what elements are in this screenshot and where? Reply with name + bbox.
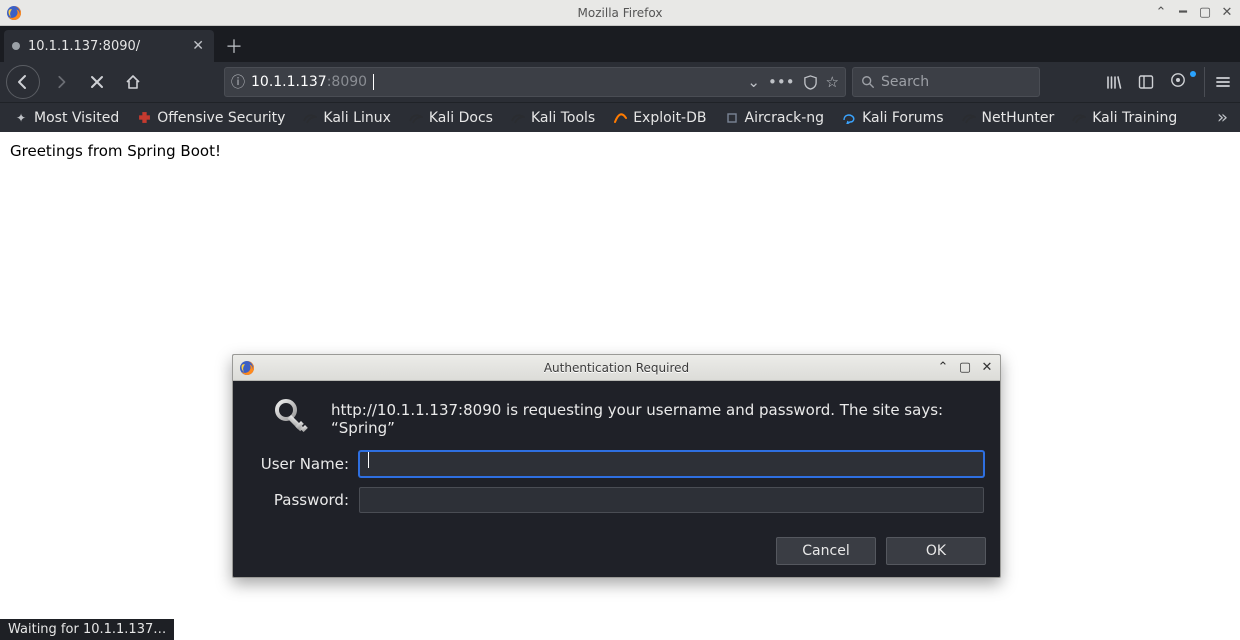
tracking-protection-icon[interactable] (803, 75, 818, 90)
new-tab-button[interactable]: ＋ (218, 30, 250, 62)
exploit-db-icon (613, 111, 627, 125)
dialog-close-icon[interactable]: ✕ (978, 360, 996, 375)
bookmark-kali-training[interactable]: Kali Training (1064, 108, 1185, 128)
bookmark-exploit-db[interactable]: Exploit-DB (605, 108, 714, 128)
bookmarks-overflow-icon[interactable]: » (1217, 107, 1234, 128)
firefox-icon (6, 5, 22, 21)
page-greeting: Greetings from Spring Boot! (0, 132, 1240, 170)
page-actions-icon[interactable]: ••• (768, 73, 795, 91)
key-icon (273, 397, 313, 437)
text-cursor (373, 74, 374, 90)
dialog-maximize-icon[interactable]: ▢ (956, 360, 974, 375)
back-button[interactable] (6, 65, 40, 99)
address-bar[interactable]: ⓘ 10.1.1.137:8090 ⌄ ••• ☆ (224, 67, 846, 97)
pocket-icon[interactable] (1170, 72, 1194, 92)
window-close-icon[interactable]: ✕ (1218, 5, 1236, 20)
bookmark-aircrack[interactable]: Aircrack-ng (717, 108, 833, 128)
star-icon: ✦ (14, 111, 28, 125)
bookmark-most-visited[interactable]: ✦ Most Visited (6, 108, 127, 128)
browser-tab[interactable]: 10.1.1.137:8090/ ✕ (4, 30, 214, 62)
username-label: User Name: (249, 455, 349, 473)
search-icon (861, 75, 875, 89)
page-viewport: Greetings from Spring Boot! Authenticati… (0, 132, 1240, 640)
bookmark-kali-linux[interactable]: Kali Linux (295, 108, 398, 128)
dialog-title: Authentication Required (233, 361, 1000, 375)
sidebar-icon[interactable] (1138, 74, 1162, 90)
window-maximize-icon[interactable]: ▢ (1196, 5, 1214, 20)
tab-title: 10.1.1.137:8090/ (28, 39, 184, 54)
ok-button[interactable]: OK (886, 537, 986, 565)
tab-loading-icon (12, 42, 20, 50)
bookmarks-toolbar: ✦ Most Visited Offensive Security Kali L… (0, 102, 1240, 132)
kali-icon (409, 111, 423, 125)
dialog-up-icon[interactable]: ⌃ (934, 360, 952, 375)
aircrack-icon (725, 111, 739, 125)
bookmark-nethunter[interactable]: NetHunter (954, 108, 1063, 128)
window-up-icon[interactable]: ⌃ (1152, 5, 1170, 20)
search-bar[interactable]: Search (852, 67, 1040, 97)
window-title: Mozilla Firefox (0, 6, 1240, 20)
password-label: Password: (249, 491, 349, 509)
kali-icon (511, 111, 525, 125)
library-icon[interactable] (1106, 74, 1130, 90)
search-placeholder: Search (881, 74, 929, 90)
close-icon[interactable]: ✕ (192, 38, 204, 54)
window-minimize-icon[interactable]: ━ (1174, 5, 1192, 20)
bookmark-offensive-security[interactable]: Offensive Security (129, 108, 293, 128)
dialog-titlebar: Authentication Required ⌃ ▢ ✕ (233, 355, 1000, 381)
bookmark-star-icon[interactable]: ☆ (826, 73, 839, 91)
stop-button[interactable] (82, 67, 112, 97)
kali-icon (962, 111, 976, 125)
url-text: 10.1.1.137:8090 (251, 74, 741, 90)
text-cursor (368, 452, 369, 468)
status-bar: Waiting for 10.1.1.137… (0, 619, 174, 640)
cancel-button[interactable]: Cancel (776, 537, 876, 565)
site-info-icon[interactable]: ⓘ (231, 72, 245, 92)
forward-button[interactable] (46, 67, 76, 97)
auth-dialog: Authentication Required ⌃ ▢ ✕ (232, 354, 1001, 578)
kali-icon (303, 111, 317, 125)
bookmark-kali-forums[interactable]: Kali Forums (834, 108, 951, 128)
forums-icon (842, 111, 856, 125)
app-menu-button[interactable] (1204, 67, 1234, 97)
tab-strip: 10.1.1.137:8090/ ✕ ＋ (0, 26, 1240, 62)
chevron-down-icon[interactable]: ⌄ (747, 73, 760, 91)
navigation-toolbar: ⓘ 10.1.1.137:8090 ⌄ ••• ☆ Search (0, 62, 1240, 102)
home-button[interactable] (118, 67, 148, 97)
os-titlebar: Mozilla Firefox ⌃ ━ ▢ ✕ (0, 0, 1240, 26)
kali-icon (1072, 111, 1086, 125)
offensive-icon (137, 111, 151, 125)
bookmark-kali-docs[interactable]: Kali Docs (401, 108, 501, 128)
password-field[interactable] (359, 487, 984, 513)
dialog-message: http://10.1.1.137:8090 is requesting you… (331, 395, 984, 437)
username-field[interactable] (359, 451, 984, 477)
bookmark-kali-tools[interactable]: Kali Tools (503, 108, 603, 128)
